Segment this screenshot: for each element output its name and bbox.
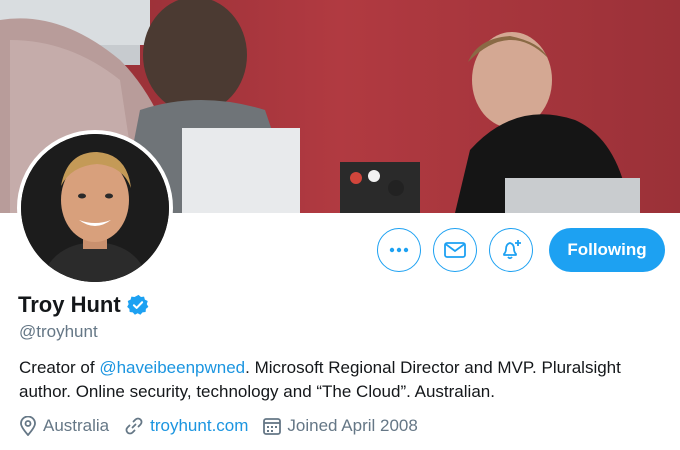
- bell-plus-icon: [503, 240, 521, 260]
- profile-actions: Following: [377, 228, 665, 272]
- envelope-icon: [444, 242, 466, 258]
- profile-avatar[interactable]: [17, 130, 173, 286]
- following-button[interactable]: Following: [549, 228, 665, 272]
- profile-name-row: Troy Hunt: [18, 292, 149, 318]
- bio-text-prefix: Creator of: [19, 358, 100, 377]
- more-button[interactable]: [377, 228, 421, 272]
- website-link[interactable]: troyhunt.com: [150, 416, 248, 436]
- bio-text-line1: . Microsoft Regional Director and MVP. P…: [245, 358, 621, 377]
- profile-location: Australia: [19, 416, 109, 436]
- notifications-button[interactable]: [489, 228, 533, 272]
- bio-text-line2: author. Online security, technology and …: [19, 382, 495, 401]
- profile-display-name: Troy Hunt: [18, 292, 121, 317]
- avatar-photo: [21, 134, 169, 282]
- joined-text: Joined April 2008: [287, 416, 418, 435]
- calendar-icon: [263, 418, 282, 435]
- more-icon: [389, 247, 409, 253]
- profile-handle: @troyhunt: [19, 322, 98, 341]
- profile-meta: Australia troyhunt.com Joined April 2008: [19, 416, 433, 436]
- verified-badge: [126, 294, 149, 316]
- profile-joined: Joined April 2008: [263, 416, 418, 436]
- profile-bio: Creator of @haveibeenpwned. Microsoft Re…: [19, 356, 659, 404]
- verified-badge-icon: [126, 294, 149, 315]
- location-pin-icon: [20, 416, 36, 436]
- profile-website: troyhunt.com: [124, 416, 248, 436]
- bio-mention-link[interactable]: @haveibeenpwned: [99, 358, 245, 377]
- location-text: Australia: [43, 416, 110, 435]
- message-button[interactable]: [433, 228, 477, 272]
- link-icon: [125, 417, 143, 435]
